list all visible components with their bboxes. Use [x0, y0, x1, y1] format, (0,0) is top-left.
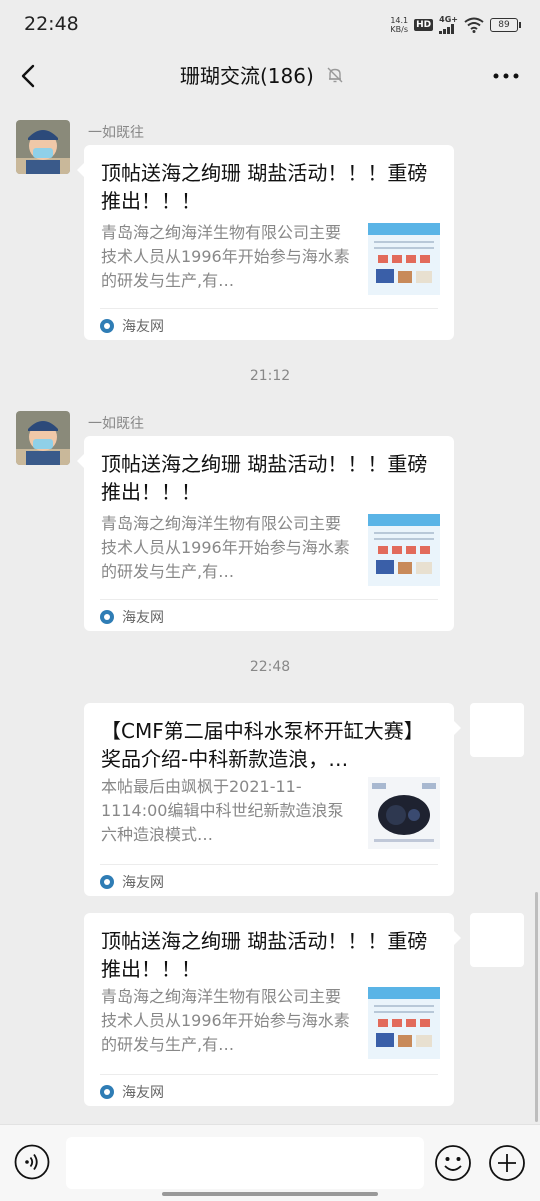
back-arrow-icon[interactable]	[14, 60, 46, 92]
scrollbar[interactable]	[535, 892, 538, 1122]
emoji-icon[interactable]	[434, 1144, 472, 1182]
message-input[interactable]	[66, 1137, 424, 1189]
card-title: 顶帖送海之绚珊 瑚盐活动！！！重磅推出！！！	[101, 452, 428, 504]
link-card[interactable]: 顶帖送海之绚珊 瑚盐活动！！！重磅推出！！！ 青岛海之绚海洋生物有限公司主要技术…	[77, 436, 454, 631]
avatar-self[interactable]	[470, 913, 524, 967]
sender-name: 一如既往	[88, 416, 144, 432]
battery-icon: 89	[490, 17, 521, 32]
link-card[interactable]: 【CMF第二届中科水泵杯开缸大赛】奖品介绍-中科新款造浪，… 本帖最后由飒枫于2…	[84, 703, 461, 896]
card-thumbnail	[368, 223, 440, 295]
voice-icon[interactable]	[14, 1144, 50, 1180]
time-divider: 22:48	[249, 659, 291, 675]
hd-badge: HD	[414, 18, 434, 31]
card-description: 青岛海之绚海洋生物有限公司主要技术人员从1996年开始参与海水素的研发与生产,有…	[101, 223, 350, 290]
card-thumbnail	[368, 777, 440, 849]
status-time: 22:48	[24, 13, 79, 35]
avatar-self[interactable]	[470, 703, 524, 757]
input-bar	[0, 1124, 540, 1201]
home-indicator[interactable]	[162, 1192, 378, 1196]
card-description: 本帖最后由飒枫于2021-11-1114:00编辑中科世纪新款造浪泵六种造浪模式…	[101, 777, 344, 844]
chat-header: 珊瑚交流(186)	[0, 50, 540, 102]
card-thumbnail	[368, 987, 440, 1059]
avatar[interactable]	[16, 411, 70, 465]
status-bar: 22:48 14.1 KB/s HD 4G+ 89	[0, 0, 540, 50]
source-logo-icon	[100, 875, 114, 889]
card-source: 海友网	[100, 1082, 164, 1102]
card-source: 海友网	[100, 607, 164, 627]
status-icons: 14.1 KB/s HD 4G+ 89	[390, 15, 521, 34]
signal-icon: 4G+	[439, 15, 458, 34]
card-title: 【CMF第二届中科水泵杯开缸大赛】奖品介绍-中科新款造浪，…	[101, 719, 424, 771]
sender-name: 一如既往	[88, 125, 144, 141]
wifi-icon	[464, 17, 484, 33]
network-speed: 14.1 KB/s	[390, 15, 409, 34]
more-dots-icon[interactable]	[488, 60, 524, 92]
bell-muted-icon	[327, 67, 343, 82]
card-title: 顶帖送海之绚珊 瑚盐活动！！！重磅推出！！！	[101, 161, 428, 213]
card-description: 青岛海之绚海洋生物有限公司主要技术人员从1996年开始参与海水素的研发与生产,有…	[101, 514, 350, 581]
source-logo-icon	[100, 319, 114, 333]
card-title: 顶帖送海之绚珊 瑚盐活动！！！重磅推出！！！	[101, 929, 428, 981]
time-divider: 21:12	[249, 368, 291, 384]
chat-title-group: 珊瑚交流(186)	[180, 60, 344, 89]
source-logo-icon	[100, 610, 114, 624]
card-thumbnail	[368, 514, 440, 586]
plus-icon[interactable]	[488, 1144, 526, 1182]
card-description: 青岛海之绚海洋生物有限公司主要技术人员从1996年开始参与海水素的研发与生产,有…	[101, 987, 350, 1054]
link-card[interactable]: 顶帖送海之绚珊 瑚盐活动！！！重磅推出！！！ 青岛海之绚海洋生物有限公司主要技术…	[77, 145, 454, 340]
link-card[interactable]: 顶帖送海之绚珊 瑚盐活动！！！重磅推出！！！ 青岛海之绚海洋生物有限公司主要技术…	[84, 913, 461, 1106]
chat-title: 珊瑚交流(186)	[180, 64, 314, 88]
card-source: 海友网	[100, 872, 164, 892]
card-source: 海友网	[100, 316, 164, 336]
source-logo-icon	[100, 1085, 114, 1099]
avatar[interactable]	[16, 120, 70, 174]
